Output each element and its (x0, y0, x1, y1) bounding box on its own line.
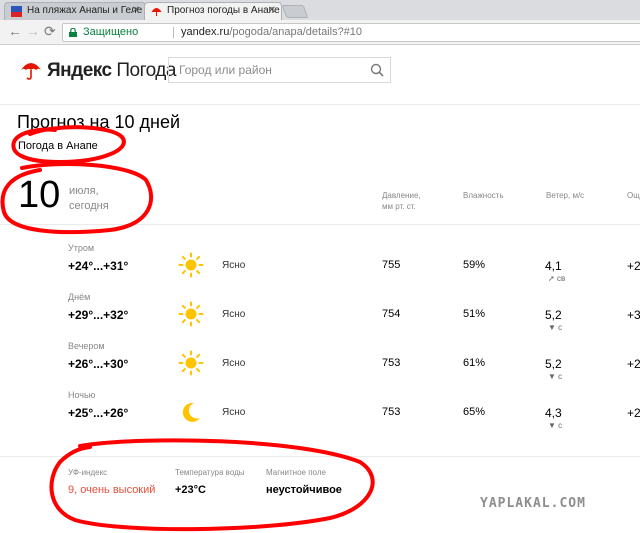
forward-arrow-icon[interactable]: → (26, 23, 40, 39)
day-part-label: Утром (68, 243, 95, 253)
wind-direction: ▼ с (548, 421, 562, 430)
moon-icon (182, 402, 200, 422)
pressure-header-line1: Давление, (382, 191, 421, 200)
condition-text: Ясно (222, 309, 246, 320)
wind-direction-label: с (558, 421, 563, 430)
water-temperature-value: +23°C (175, 484, 207, 496)
temperature-range: +29°...+32° (68, 308, 129, 322)
forecast-row-day: Днём +29°...+32° Ясно 754 51% 5,2 ▼ с +3 (0, 292, 640, 332)
logo-wordmark[interactable]: Яндекс Погода (47, 60, 176, 82)
humidity-value: 59% (463, 259, 486, 271)
logo-brand: Яндекс (47, 60, 112, 81)
month-label: июля, (69, 185, 99, 197)
condition-text: Ясно (222, 260, 246, 271)
pressure-column-header: Давление, мм рт. ст. (382, 190, 421, 212)
wind-direction: ➚ св (548, 274, 565, 283)
secure-label: Защищено (83, 26, 139, 38)
humidity-value: 65% (463, 406, 486, 418)
wind-speed-value: 4,3 (545, 406, 562, 420)
pressure-value: 753 (382, 406, 401, 418)
feels-like-column-header: Ощ (627, 191, 640, 200)
close-tab-icon[interactable]: ✕ (268, 3, 276, 19)
page: На пляжах Анапы и Геле ✕ Прогноз погоды … (0, 0, 640, 533)
wind-speed-value: 4,1 (545, 259, 562, 273)
tab-title: На пляжах Анапы и Геле (27, 5, 143, 16)
humidity-column-header: Влажность (463, 191, 504, 200)
url-field[interactable]: Защищено yandex.ru/pogoda/anapa/details?… (62, 23, 640, 42)
magnetic-field-value: неустойчивое (266, 484, 342, 496)
day-part-label: Вечером (68, 341, 105, 351)
condition-text: Ясно (222, 407, 246, 418)
feels-like-value: +2 (627, 259, 640, 273)
pressure-value: 753 (382, 357, 401, 369)
search-input[interactable] (169, 58, 359, 82)
sun-icon (178, 252, 204, 278)
address-bar: ← → ⟳ Защищено yandex.ru/pogoda/anapa/de… (0, 20, 640, 45)
temperature-range: +25°...+26° (68, 406, 129, 420)
wind-direction: ▼ с (548, 372, 562, 381)
pressure-value: 754 (382, 308, 401, 320)
wind-direction-label: св (556, 274, 566, 283)
tab-title: Прогноз погоды в Анапе (167, 5, 280, 16)
temperature-range: +24°...+31° (68, 259, 129, 273)
new-tab-button[interactable] (281, 5, 309, 18)
wind-arrow-icon: ▼ (548, 372, 556, 381)
search-icon[interactable] (370, 63, 384, 77)
reload-icon[interactable]: ⟳ (44, 23, 56, 40)
lock-icon (69, 28, 77, 37)
url-host: yandex.ru (181, 26, 230, 38)
url-separator (173, 27, 174, 38)
page-title: Прогноз на 10 дней (17, 112, 181, 132)
wind-arrow-icon: ▼ (548, 421, 556, 430)
wind-column-header: Ветер, м/с (546, 191, 585, 200)
umbrella-favicon-icon (151, 8, 162, 16)
today-label: сегодня (69, 200, 109, 212)
magnetic-field-label: Магнитное поле (266, 468, 326, 477)
umbrella-logo-icon[interactable] (20, 60, 42, 80)
forecast-row-night: Ночью +25°...+26° Ясно 753 65% 4,3 ▼ с +… (0, 390, 640, 430)
tab-anapa-beaches[interactable]: На пляжах Анапы и Геле ✕ (4, 2, 146, 20)
url-path: /pogoda/anapa/details?#10 (229, 26, 363, 38)
temperature-range: +26°...+30° (68, 357, 129, 371)
divider (0, 104, 640, 105)
flag-favicon-icon (11, 6, 22, 17)
sun-icon (178, 301, 204, 327)
sun-icon (178, 350, 204, 376)
browser-tab-bar: На пляжах Анапы и Геле ✕ Прогноз погоды … (0, 0, 640, 20)
condition-text: Ясно (222, 358, 246, 369)
back-arrow-icon[interactable]: ← (8, 23, 22, 39)
feels-like-value: +3 (627, 308, 640, 322)
feels-like-value: +2 (627, 406, 640, 420)
humidity-value: 51% (463, 308, 486, 320)
watermark: YAPLAKAL.COM (480, 496, 586, 511)
logo-product: Погода (116, 60, 176, 81)
forecast-row-evening: Вечером +26°...+30° Ясно 753 61% 5,2 ▼ с… (0, 341, 640, 381)
humidity-value: 61% (463, 357, 486, 369)
close-tab-icon[interactable]: ✕ (132, 3, 140, 19)
forecast-row-morning: Утром +24°...+31° Ясно 755 59% 4,1 ➚ св … (0, 243, 640, 283)
divider (0, 224, 640, 225)
wind-direction-label: с (558, 323, 563, 332)
pressure-header-line2: мм рт. ст. (382, 202, 416, 211)
city-search (168, 57, 391, 83)
day-part-label: Ночью (68, 390, 96, 400)
wind-speed-value: 5,2 (545, 357, 562, 371)
wind-arrow-icon: ▼ (548, 323, 556, 332)
wind-direction-label: с (558, 372, 563, 381)
url-text: yandex.ru/pogoda/anapa/details?#10 (181, 24, 362, 41)
pressure-value: 755 (382, 259, 401, 271)
day-part-label: Днём (68, 292, 91, 302)
feels-like-value: +2 (627, 357, 640, 371)
tab-weather-forecast[interactable]: Прогноз погоды в Анапе ✕ (144, 2, 282, 20)
water-temperature-label: Температура воды (175, 468, 245, 477)
wind-direction: ▼ с (548, 323, 562, 332)
wind-speed-value: 5,2 (545, 308, 562, 322)
divider (0, 456, 640, 457)
uv-index-label: УФ-индекс (68, 468, 108, 477)
wind-arrow-icon: ➚ (548, 274, 555, 283)
day-number: 10 (18, 174, 61, 216)
uv-index-value: 9, очень высокий (68, 484, 156, 496)
page-subtitle: Погода в Анапе (18, 140, 98, 152)
